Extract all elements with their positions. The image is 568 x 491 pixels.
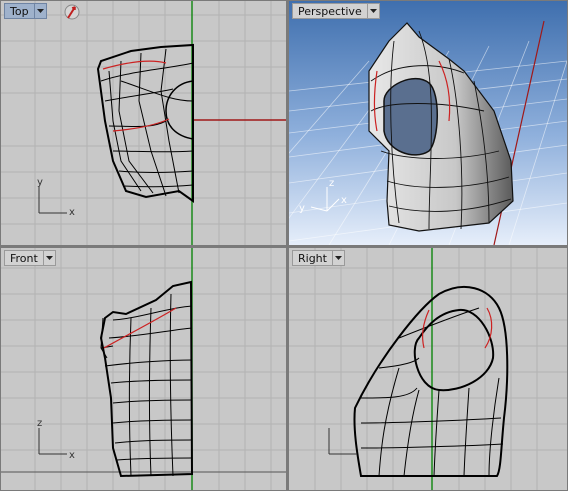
viewport-tab-top[interactable]: Top [4, 3, 47, 19]
viewport-tab-label: Perspective [292, 3, 367, 19]
viewport-tab-label: Top [4, 3, 34, 19]
viewport-right[interactable]: Right [289, 248, 567, 490]
viewport-tab-front[interactable]: Front [4, 250, 56, 266]
persp-axis-x-label: x [341, 195, 347, 206]
right-highlight-curves [422, 307, 493, 349]
chevron-down-icon[interactable] [366, 3, 380, 19]
viewport-perspective[interactable]: z x y Perspective [289, 1, 567, 245]
chevron-down-icon[interactable] [331, 250, 345, 266]
front-axis-x-label: x [69, 450, 75, 461]
top-axis-gizmo [38, 187, 67, 214]
right-wireframe [353, 285, 509, 477]
viewport-top[interactable]: y x Top [1, 1, 286, 245]
persp-axis-z-label: z [329, 178, 334, 189]
chevron-down-icon[interactable] [33, 3, 47, 19]
viewport-tab-perspective[interactable]: Perspective [292, 3, 380, 19]
top-view-scene: y x [1, 1, 286, 245]
red-arrow-cursor-icon[interactable] [63, 3, 81, 21]
front-axis-z-label: z [37, 418, 42, 429]
perspective-scene: z x y [289, 1, 567, 245]
persp-axis-y-label: y [299, 203, 305, 214]
front-wireframe [99, 280, 194, 478]
viewport-front[interactable]: z x Front [1, 248, 286, 490]
top-wireframe [96, 43, 194, 203]
front-view-scene: z x [1, 248, 286, 490]
viewport-tab-label: Right [292, 250, 332, 266]
right-view-scene [289, 248, 567, 490]
top-axis-y-label: y [37, 177, 43, 188]
top-axis-x-label: x [69, 207, 75, 218]
viewport-tab-right[interactable]: Right [292, 250, 345, 266]
viewport-tab-label: Front [4, 250, 43, 266]
chevron-down-icon[interactable] [42, 250, 56, 266]
